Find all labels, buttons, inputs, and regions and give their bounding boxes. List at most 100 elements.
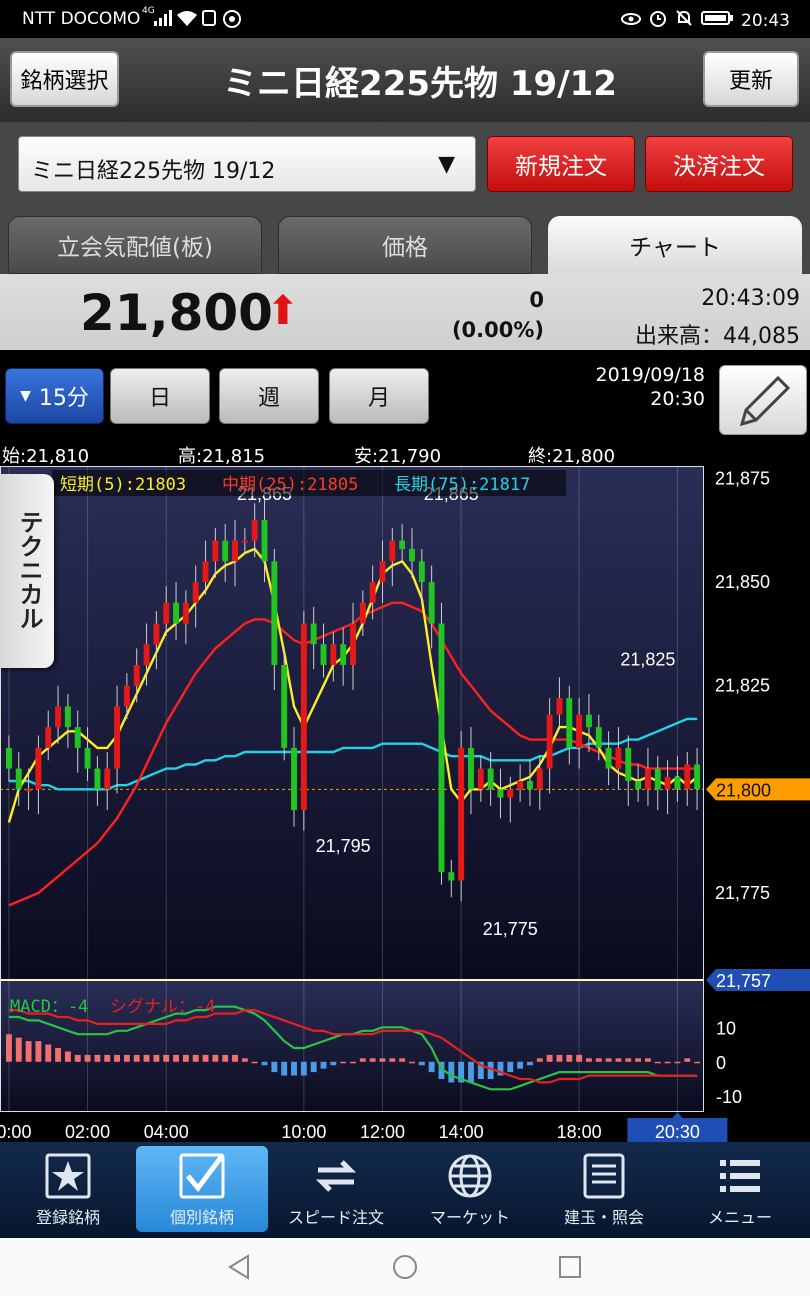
candle-body [694, 764, 701, 790]
nav-watchlist[interactable]: 登録銘柄 [2, 1142, 134, 1238]
tab-chart[interactable]: チャート [548, 216, 802, 274]
macd-histogram-bar [605, 1058, 612, 1062]
candle-body [566, 698, 573, 748]
macd-histogram-bar [291, 1061, 297, 1076]
back-icon[interactable] [226, 1254, 252, 1280]
alarm-icon [649, 9, 667, 32]
nav-menu[interactable]: メニュー [674, 1142, 806, 1238]
candle-body [507, 789, 514, 798]
price-chart[interactable]: 21,87521,85021,82521,80021,77521,80021,7… [0, 466, 810, 1142]
y-tick-label: 21,825 [715, 676, 770, 696]
macd-histogram-bar [25, 1041, 32, 1062]
candle-body [114, 706, 121, 769]
list-doc-icon [583, 1153, 625, 1199]
wifi-icon [176, 10, 198, 31]
candle-body [635, 781, 642, 790]
macd-histogram-bar [684, 1058, 691, 1062]
draw-button[interactable] [719, 365, 807, 435]
candle-body [644, 768, 651, 790]
legend-mid: 中期(25):21805 [222, 475, 358, 495]
macd-histogram-bar [340, 1061, 347, 1064]
period-week-button[interactable]: 週 [219, 368, 319, 424]
candle-body [192, 582, 199, 603]
page-title: ミニ日経225先物 19/12 [223, 64, 617, 104]
y-tick-label: 21,850 [715, 572, 770, 592]
tab-price[interactable]: 価格 [278, 216, 532, 274]
nav-individual[interactable]: 個別銘柄 [136, 1146, 268, 1232]
bottom-nav: 登録銘柄 個別銘柄 スピード注文 マーケット 建玉・照会 メニュー [0, 1142, 810, 1238]
close-order-button[interactable]: 決済注文 [645, 136, 793, 192]
status-bar: NTT DOCOMO 4G 20:43 [0, 0, 810, 38]
macd-histogram-bar [409, 1061, 415, 1064]
technical-side-tab[interactable]: テクニカル [0, 474, 54, 668]
candle-body [15, 768, 22, 790]
swap-icon [315, 1160, 357, 1192]
macd-histogram-bar [310, 1061, 317, 1073]
candle-body [399, 540, 406, 549]
macd-histogram-bar [94, 1054, 101, 1062]
recents-icon[interactable] [558, 1255, 582, 1279]
macd-histogram-bar [45, 1044, 52, 1062]
pencil-icon [739, 375, 791, 427]
macd-histogram-bar [5, 1034, 12, 1062]
candle-body [359, 602, 366, 624]
candle-body [389, 540, 396, 562]
macd-histogram-bar [173, 1054, 179, 1062]
candle-body [654, 768, 661, 790]
macd-histogram-bar [232, 1054, 238, 1062]
x-tick-label: 14:00 [439, 1122, 484, 1142]
ohlc-close: 終:21,800 [528, 446, 616, 467]
candle-body [625, 747, 632, 782]
candle-body [585, 714, 592, 728]
system-nav-bar [0, 1238, 810, 1296]
candle-body [605, 747, 612, 769]
macd-histogram-bar [428, 1061, 435, 1073]
check-icon [179, 1153, 225, 1199]
nav-label: メニュー [707, 1208, 772, 1227]
tab-board[interactable]: 立会気配値(板) [8, 216, 262, 274]
new-order-button[interactable]: 新規注文 [487, 136, 635, 192]
candle-body [281, 664, 288, 748]
candle-body [556, 698, 563, 715]
macd-histogram-bar [133, 1054, 140, 1062]
macd-histogram-bar [507, 1061, 514, 1073]
candle-body [674, 776, 681, 790]
change-percent: (0.00%) [451, 318, 544, 342]
refresh-button[interactable]: 更新 [703, 51, 799, 107]
macd-histogram-bar [153, 1054, 160, 1062]
candle-body [153, 623, 160, 645]
period-day-button[interactable]: 日 [110, 368, 210, 424]
nav-positions[interactable]: 建玉・照会 [538, 1142, 670, 1238]
x-tick-label: 18:00 [557, 1122, 602, 1142]
legend-long: 長期(75):21817 [394, 475, 530, 495]
candle-body [487, 768, 494, 790]
period-month-button[interactable]: 月 [329, 368, 429, 424]
nav-speed-order[interactable]: スピード注文 [270, 1142, 402, 1238]
candle-body [497, 789, 504, 798]
macd-histogram-bar [271, 1061, 278, 1073]
macd-histogram-bar [468, 1061, 474, 1083]
macd-histogram-bar [300, 1061, 307, 1076]
candle-body [379, 561, 386, 583]
symbol-dropdown[interactable]: ミニ日経225先物 19/12 ▼ [18, 136, 476, 192]
eye-icon [621, 11, 641, 31]
candle-body [241, 540, 248, 543]
macd-histogram-bar [222, 1054, 229, 1062]
candle-body [527, 781, 533, 790]
period-15min-button[interactable]: ▼ 15分 [5, 368, 104, 424]
macd-histogram-bar [664, 1061, 671, 1064]
macd-histogram-bar [114, 1054, 121, 1062]
macd-histogram-bar [448, 1061, 455, 1083]
candle-body [45, 727, 52, 748]
candle-body [35, 747, 42, 790]
chart-date: 2019/09/18 [595, 364, 705, 386]
home-icon[interactable] [392, 1254, 418, 1280]
low-price-label: 21,757 [716, 971, 771, 991]
symbol-select-button[interactable]: 銘柄選択 [10, 51, 119, 107]
macd-histogram-bar [123, 1054, 130, 1062]
signal-badge: 4G [142, 6, 155, 16]
tab-bar: 立会気配値(板) 価格 チャート [0, 210, 810, 274]
macd-histogram-bar [192, 1054, 199, 1062]
nav-market[interactable]: マーケット [404, 1142, 536, 1238]
macd-histogram-bar [163, 1054, 170, 1062]
